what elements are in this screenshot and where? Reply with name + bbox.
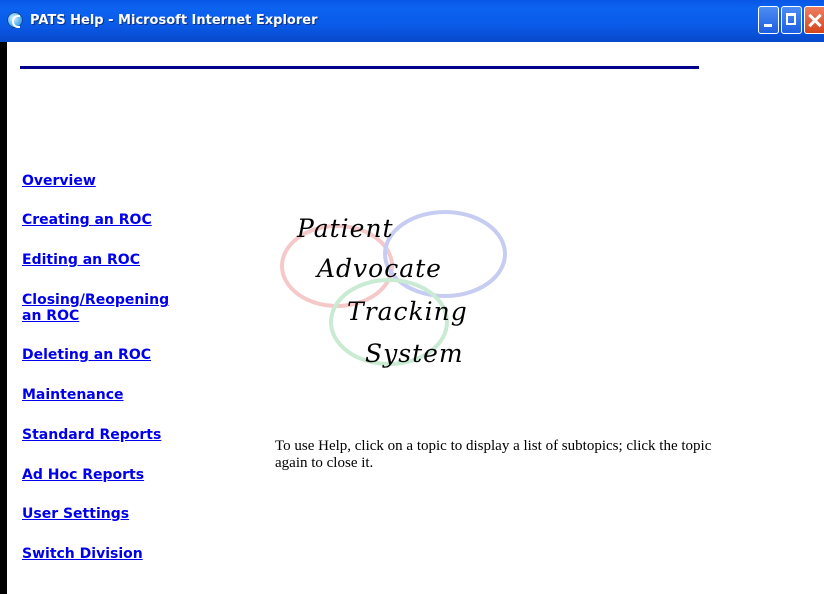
nav-link-maintenance[interactable]: Maintenance [22, 387, 124, 403]
logo-word-patient: Patient [297, 214, 394, 243]
logo-word-system: System [365, 339, 464, 368]
header-rule [20, 66, 699, 69]
logo-word-advocate: Advocate [317, 254, 442, 283]
maximize-button[interactable] [781, 6, 802, 34]
nav-link-switch-division[interactable]: Switch Division [22, 546, 143, 562]
pats-logo: Patient Advocate Tracking System [277, 204, 517, 404]
nav-link-ad-hoc-reports[interactable]: Ad Hoc Reports [22, 467, 144, 483]
window-title: PATS Help - Microsoft Internet Explorer [30, 13, 318, 28]
page-content: Overview Creating an ROC Editing an ROC … [7, 42, 824, 594]
nav-link-deleting-an-roc[interactable]: Deleting an ROC [22, 347, 151, 363]
title-bar[interactable]: PATS Help - Microsoft Internet Explorer [0, 0, 824, 42]
nav-link-editing-an-roc[interactable]: Editing an ROC [22, 252, 140, 268]
nav-link-standard-reports[interactable]: Standard Reports [22, 427, 161, 443]
browser-window: PATS Help - Microsoft Internet Explorer … [0, 0, 824, 594]
minimize-button[interactable] [758, 6, 779, 34]
nav-link-closing-reopening-an-roc[interactable]: Closing/Reopening an ROC [22, 292, 192, 324]
help-instructions: To use Help, click on a topic to display… [275, 438, 712, 471]
close-button[interactable] [804, 6, 824, 34]
nav-link-user-settings[interactable]: User Settings [22, 506, 129, 522]
logo-word-tracking: Tracking [347, 297, 468, 326]
nav-link-overview[interactable]: Overview [22, 173, 96, 189]
internet-explorer-icon [7, 12, 23, 28]
nav-link-creating-an-roc[interactable]: Creating an ROC [22, 212, 152, 228]
